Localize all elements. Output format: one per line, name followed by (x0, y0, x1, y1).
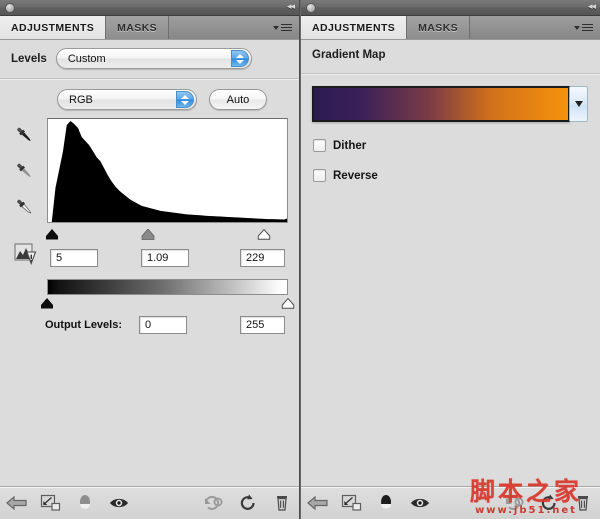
view-previous-state-button[interactable] (498, 493, 532, 513)
view-previous-state-button[interactable] (197, 493, 231, 513)
collapse-to-icons-icon[interactable]: ◂◂ (287, 3, 295, 12)
output-black-slider[interactable] (41, 296, 54, 309)
input-black-slider[interactable] (45, 227, 58, 240)
set-gray-point-eyedropper[interactable] (13, 160, 35, 182)
gradient-preview-row (312, 86, 588, 122)
auto-button[interactable]: Auto (209, 89, 267, 110)
levels-preset-row: Levels Custom (0, 40, 299, 69)
levels-channel-select[interactable]: RGB (57, 89, 197, 110)
panel-menu-icon[interactable] (574, 23, 593, 32)
panel-menu-lines-icon (281, 23, 292, 32)
output-white-slider[interactable] (281, 296, 295, 309)
reset-adjustment-button[interactable] (532, 493, 566, 513)
delete-adjustment-layer-button[interactable] (566, 493, 600, 513)
toggle-layer-visibility-button[interactable] (68, 493, 102, 513)
reverse-option-row[interactable]: Reverse (301, 169, 600, 182)
delete-adjustment-layer-button[interactable] (265, 493, 299, 513)
panel-menu-caret-icon (574, 25, 580, 30)
eyedropper-tools (0, 118, 47, 241)
levels-preset-value: Custom (67, 52, 106, 65)
gradient-map-tabbar: ADJUSTMENTS MASKS (301, 16, 600, 40)
dither-label: Dither (333, 139, 367, 152)
tabbar-filler (470, 16, 600, 39)
dither-checkbox[interactable] (313, 139, 326, 152)
output-levels-values-row: Output Levels: 0 255 (0, 313, 299, 337)
return-to-adjustment-list-button[interactable] (301, 493, 335, 513)
tab-adjustments[interactable]: ADJUSTMENTS (0, 16, 107, 39)
input-gamma-field[interactable]: 1.09 (141, 249, 189, 267)
gradient-map-body: Gradient Map Dither Reverse (301, 40, 600, 486)
input-levels-slider-track (45, 225, 288, 241)
collapse-to-icons-icon[interactable]: ◂◂ (588, 3, 596, 12)
output-white-field[interactable]: 255 (240, 316, 285, 334)
output-levels-gradient[interactable] (47, 279, 288, 295)
input-black-field[interactable]: 5 (50, 249, 98, 267)
reset-adjustment-button[interactable] (231, 493, 265, 513)
preview-button[interactable] (102, 493, 136, 513)
levels-panel-titlebar: ◂◂ (0, 0, 299, 16)
levels-panel: ◂◂ ADJUSTMENTS MASKS Levels Custom RGB A… (0, 0, 300, 519)
chevron-down-icon (574, 101, 583, 107)
input-white-slider[interactable] (257, 227, 271, 240)
histogram-column (45, 118, 299, 241)
levels-histogram[interactable] (47, 118, 288, 223)
output-levels-slider-track (41, 296, 295, 310)
photoshop-adjustments-panels: ◂◂ ADJUSTMENTS MASKS Levels Custom RGB A… (0, 0, 600, 519)
levels-title: Levels (11, 52, 47, 65)
levels-preset-select[interactable]: Custom (55, 48, 252, 69)
reverse-checkbox[interactable] (313, 169, 326, 182)
clip-to-layer-button[interactable] (335, 493, 369, 513)
tab-masks[interactable]: MASKS (407, 16, 471, 39)
levels-body: Levels Custom RGB Auto 5 1.09 229 Output… (0, 40, 299, 486)
levels-tabbar: ADJUSTMENTS MASKS (0, 16, 299, 40)
levels-histogram-area (0, 110, 299, 241)
set-black-point-eyedropper[interactable] (13, 124, 35, 146)
set-white-point-eyedropper[interactable] (13, 196, 35, 218)
gradient-preview[interactable] (312, 86, 570, 122)
tab-masks[interactable]: MASKS (106, 16, 170, 39)
gradient-picker-button[interactable] (569, 86, 588, 122)
input-levels-values-row: 5 1.09 229 (0, 241, 299, 271)
histogram-warning-icon[interactable] (14, 243, 38, 266)
panel-menu-lines-icon (582, 23, 593, 32)
panel-close-dot-icon[interactable] (5, 2, 15, 13)
return-to-adjustment-list-button[interactable] (0, 493, 34, 513)
output-levels-label: Output Levels: (45, 319, 123, 331)
levels-channel-row: RGB Auto (0, 80, 299, 110)
toggle-layer-visibility-button[interactable] (369, 493, 403, 513)
panel-close-dot-icon[interactable] (306, 2, 316, 13)
input-gamma-slider[interactable] (141, 227, 155, 240)
input-white-field[interactable]: 229 (240, 249, 285, 267)
output-black-field[interactable]: 0 (139, 316, 187, 334)
levels-channel-value: RGB (69, 93, 93, 106)
gradient-map-panel-titlebar: ◂◂ (301, 0, 600, 16)
tab-adjustments[interactable]: ADJUSTMENTS (301, 16, 408, 39)
up-down-arrows-icon[interactable] (176, 91, 194, 108)
gradient-map-title: Gradient Map (312, 49, 386, 61)
gradient-map-panel: ◂◂ ADJUSTMENTS MASKS Gradient Map Dither… (300, 0, 600, 519)
panel-menu-caret-icon (273, 25, 279, 30)
gradient-map-footer-toolbar (301, 486, 600, 519)
histogram-plot (48, 120, 287, 222)
up-down-arrows-icon[interactable] (230, 50, 249, 67)
preview-button[interactable] (403, 493, 437, 513)
clip-to-layer-button[interactable] (34, 493, 68, 513)
tabbar-filler (169, 16, 299, 39)
gradient-map-divider (301, 73, 600, 75)
panel-menu-icon[interactable] (273, 23, 292, 32)
reverse-label: Reverse (333, 169, 378, 182)
levels-footer-toolbar (0, 486, 299, 519)
dither-option-row[interactable]: Dither (301, 139, 600, 152)
